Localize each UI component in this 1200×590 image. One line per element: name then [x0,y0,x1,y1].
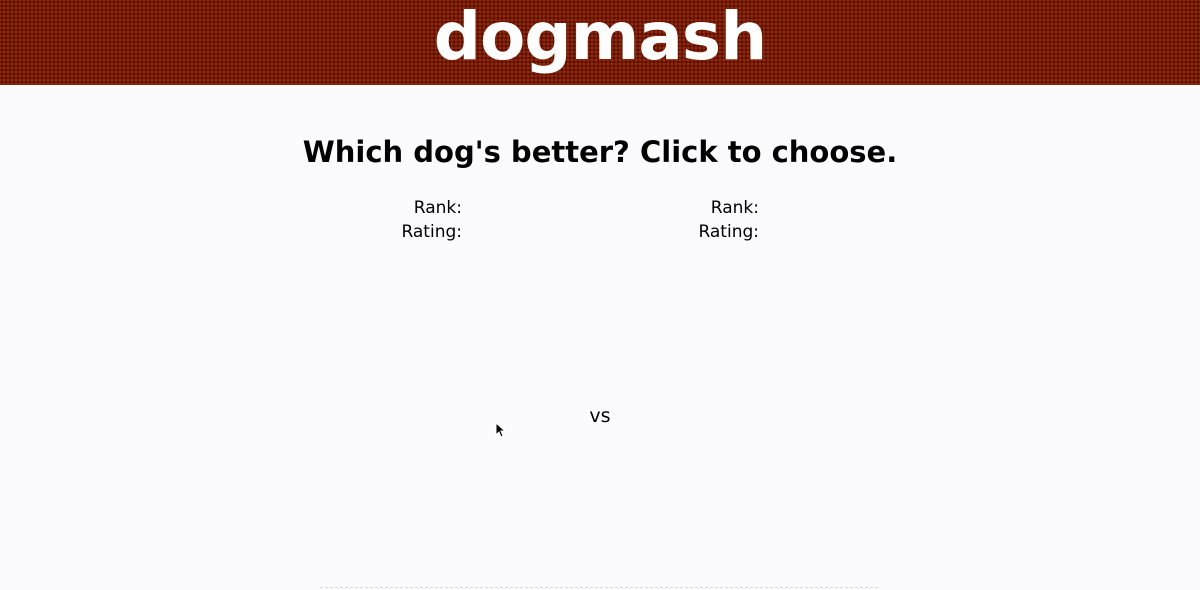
content-divider [320,587,878,588]
left-dog-rank-label: Rank: [413,198,462,218]
right-dog-rating-label: Rating: [698,222,759,242]
mouse-pointer-icon [495,422,505,438]
versus-label: vs [589,405,611,427]
site-header: dogmash [0,0,1200,85]
site-logo[interactable]: dogmash [434,0,767,80]
left-dog-stats[interactable]: Rank: Rating: [262,196,462,244]
left-dog-rating-label: Rating: [401,222,462,242]
right-dog-rank-label: Rank: [710,198,759,218]
page-title: Which dog's better? Click to choose. [302,135,898,169]
right-dog-stats[interactable]: Rank: Rating: [559,196,759,244]
